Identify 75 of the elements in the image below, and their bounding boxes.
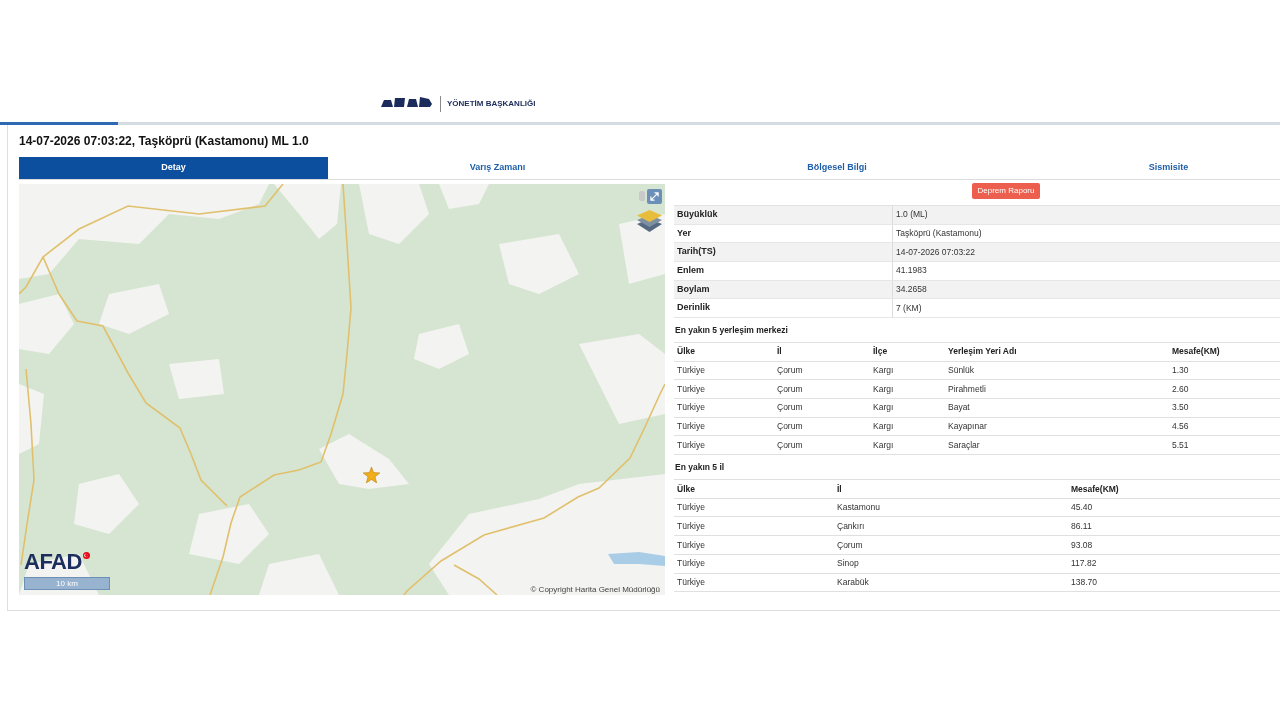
map-attribution: © Copyright Harita Genel Müdürlüğü [528, 586, 662, 594]
detail-label: Boylam [676, 282, 711, 296]
table-cell-text: 4.56 [1171, 420, 1190, 433]
table-cell-text: Türkiye [676, 401, 706, 415]
star-marker-icon [363, 467, 380, 483]
column-header: Mesafe(KM) [1171, 345, 1221, 359]
table-cell-text: Türkiye [676, 557, 706, 571]
table-cell-text: 138.70 [1070, 575, 1098, 589]
detail-value: Taşköprü (Kastamonu) [895, 227, 983, 240]
detail-value: 1.0 (ML) [895, 208, 929, 222]
detail-value: 14-07-2026 07:03:22 [895, 245, 976, 259]
crescent-badge-icon [82, 552, 90, 559]
table-cell-text: Saraçlar [947, 438, 981, 452]
table-cell-text: Çorum [776, 420, 804, 433]
detail-label: Yer [676, 226, 692, 240]
table-cell-text: 3.50 [1171, 401, 1190, 415]
column-header: İlçe [872, 345, 889, 359]
table-cell-text: Türkiye [676, 382, 706, 396]
table-cell-text: Çorum [776, 382, 804, 396]
logo-subtitle: YÖNETİM BAŞKANLIĞI [447, 100, 536, 108]
column-header: Ülke [676, 345, 696, 359]
table-cell-text: Kargı [872, 401, 895, 415]
event-title: 14-07-2026 07:03:22, Taşköprü (Kastamonu) ML 1.0 [19, 133, 309, 150]
detail-value: 34.2658 [895, 283, 928, 296]
table-cell-text: 1.30 [1171, 364, 1190, 377]
column-header: Yerleşim Yeri Adı [947, 345, 1018, 359]
table-cell-text: 117.82 [1070, 557, 1098, 571]
map-logo: AFAD [24, 550, 82, 574]
column-header: Mesafe(KM) [1070, 482, 1120, 496]
table-cell-text: Kargı [872, 420, 895, 433]
table-cell-text: 5.51 [1171, 438, 1190, 452]
column-header: İl [836, 482, 843, 496]
table-cell-text: Kayapınar [947, 420, 988, 433]
table-cell-text: Türkiye [676, 438, 706, 452]
table-cell-text: Türkiye [676, 538, 706, 552]
table-cell-text: Türkiye [676, 364, 706, 377]
table-cell-text: 86.11 [1070, 519, 1093, 533]
expand-icon [650, 192, 659, 201]
detail-label: Derinlik [676, 301, 711, 315]
tab[interactable]: Detay [19, 157, 328, 179]
table-cell-text: Türkiye [676, 519, 706, 533]
table-cell-text: Çorum [776, 364, 804, 377]
logo-icon [381, 96, 432, 107]
table-cell-text: 2.60 [1171, 382, 1190, 396]
detail-value: 7 (KM) [895, 301, 923, 315]
table-cell-text: Kargı [872, 364, 895, 377]
table-cell-text: Sünlük [947, 364, 975, 377]
table-cell-text: Türkiye [676, 575, 706, 589]
detail-label: Enlem [676, 264, 705, 278]
table-cell-text: Çorum [776, 438, 804, 452]
table-cell-text: Kargı [872, 438, 895, 452]
column-header: İl [776, 345, 783, 359]
fullscreen-button[interactable] [647, 189, 662, 204]
section-title: En yakın 5 il [674, 461, 726, 474]
section-title: En yakın 5 yerleşim merkezi [674, 324, 789, 337]
layers-icon[interactable] [637, 210, 662, 232]
table-cell-text: Çankırı [836, 519, 866, 533]
scale-label: 10 km [56, 579, 78, 588]
column-header: Ülke [676, 482, 696, 496]
detail-label: Tarih(TS) [676, 245, 717, 259]
table-cell-text: Bayat [947, 401, 971, 415]
toggle-icon [639, 191, 645, 201]
table-cell-text: Çorum [776, 401, 804, 415]
table-cell-text: Sinop [836, 557, 860, 571]
table-cell-text: Karabük [836, 575, 870, 589]
table-cell-text: Türkiye [676, 420, 706, 433]
table-cell-text: Kastamonu [836, 501, 881, 514]
table-cell-text: Kargı [872, 382, 895, 396]
table-cell-text: 45.40 [1070, 501, 1094, 514]
table-cell-text: Pirahmetli [947, 382, 987, 396]
table-cell-text: Çorum [836, 538, 864, 552]
table-cell-text: 93.08 [1070, 538, 1094, 552]
table-cell-text: Türkiye [676, 501, 706, 514]
detail-label: Büyüklük [676, 208, 719, 222]
detail-value: 41.1983 [895, 264, 928, 278]
